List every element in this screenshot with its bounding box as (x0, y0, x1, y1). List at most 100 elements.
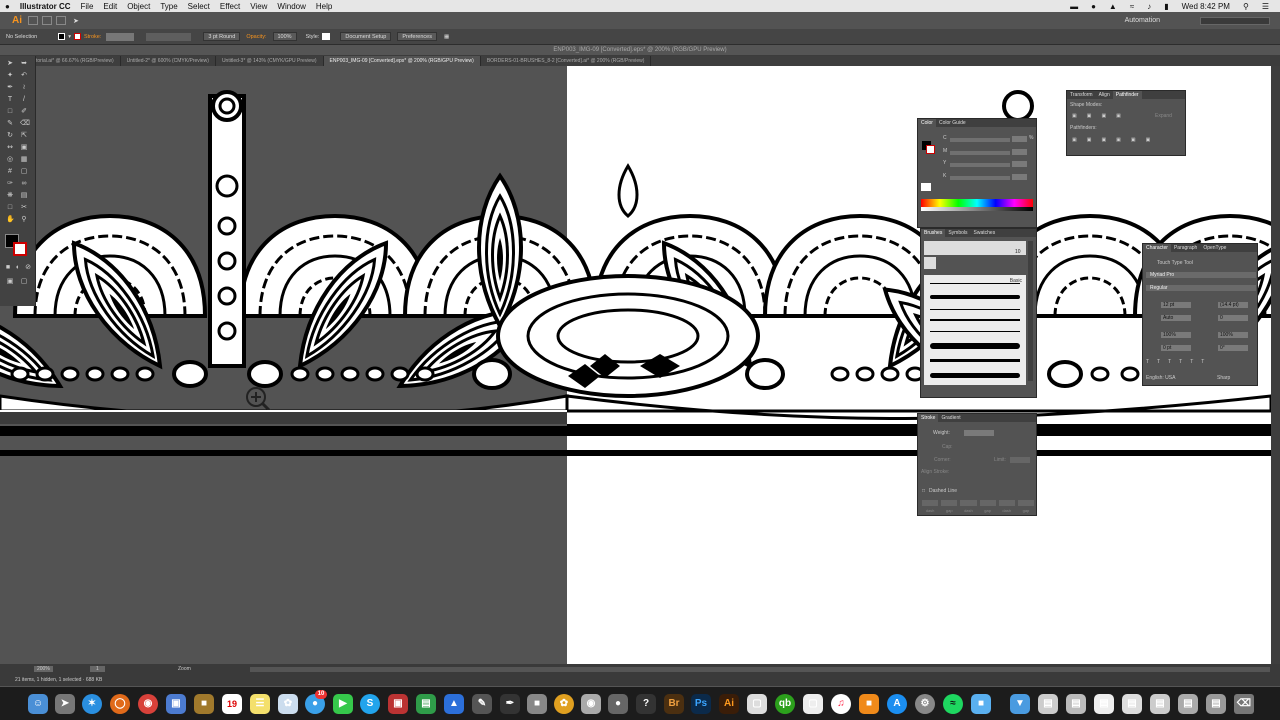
tab-document[interactable]: Untitled-3* @ 143% (CMYK/GPU Preview) (216, 56, 324, 66)
horizontal-scrollbar[interactable] (250, 667, 1270, 672)
color-spectrum[interactable] (921, 199, 1033, 207)
stroke-swatch[interactable] (73, 33, 81, 40)
none-mode-icon[interactable]: ⊘ (24, 264, 32, 272)
magenta-slider[interactable] (950, 151, 1010, 155)
stack-icon-3[interactable]: ▤ (1094, 694, 1114, 714)
black-slider[interactable] (950, 176, 1010, 180)
style-swatch[interactable] (322, 33, 331, 40)
menu-select[interactable]: Select (183, 2, 215, 11)
gradient-tool-icon[interactable]: ▢ (20, 168, 28, 176)
mesh-tool-icon[interactable]: # (6, 168, 14, 176)
brushes-scrollbar[interactable] (1028, 241, 1033, 381)
quickbooks-icon[interactable]: qb (775, 694, 795, 714)
vertical-scrollbar[interactable] (1271, 66, 1280, 664)
skype-icon[interactable]: S (360, 694, 380, 714)
menu-window[interactable]: Window (272, 2, 310, 11)
tab-document[interactable]: torial.ai* @ 66.67% (RGB/Preview) (30, 56, 121, 66)
stroke-weight-field[interactable] (106, 32, 135, 41)
arrange-icon[interactable]: ▦ (444, 34, 449, 40)
menu-type[interactable]: Type (155, 2, 182, 11)
notes-icon[interactable]: ☰ (250, 694, 270, 714)
draw-mode-icon[interactable]: ▣ (6, 278, 14, 286)
status-icon[interactable]: ▬ (1065, 2, 1083, 11)
tab-color-guide[interactable]: Color Guide (936, 119, 969, 127)
gradient-mode-icon[interactable]: ◐ (14, 264, 22, 272)
color-mode-icon[interactable]: ■ (4, 264, 12, 272)
stack-icon-7[interactable]: ▤ (1206, 694, 1226, 714)
shape-builder-tool-icon[interactable]: ◎ (6, 156, 14, 164)
preferences-button[interactable]: Preferences (397, 32, 437, 41)
tab-document[interactable]: BORDERS-01-BRUSHES_8-2 [Converted].ai* @… (481, 56, 652, 66)
width-tool-icon[interactable]: ↭ (6, 144, 14, 152)
artboard-tool-icon[interactable]: □ (6, 204, 14, 212)
arrange-icon[interactable] (56, 16, 66, 25)
grayscale-ramp[interactable] (921, 207, 1033, 211)
brush-definition[interactable]: 3 pt Round (203, 32, 241, 41)
opacity-label[interactable]: Opacity: (246, 34, 266, 40)
kerning-field[interactable]: Auto (1161, 315, 1191, 321)
folder-icon-2[interactable]: ■ (971, 694, 991, 714)
horizontal-scale-field[interactable]: 100% (1218, 332, 1248, 338)
scale-tool-icon[interactable]: ⇱ (20, 132, 28, 140)
rotate-tool-icon[interactable]: ↻ (6, 132, 14, 140)
graph-tool-icon[interactable]: ▤ (20, 192, 28, 200)
zoom-tool-icon[interactable]: ⚲ (20, 216, 28, 224)
selection-tool-icon[interactable]: ➤ (6, 60, 14, 68)
zoom-level-select[interactable]: 200% (34, 666, 53, 672)
limit-field[interactable] (1010, 457, 1030, 463)
books-icon[interactable]: ■ (859, 694, 879, 714)
status-icon[interactable]: ▲ (1104, 2, 1122, 11)
font-family-select[interactable]: Myriad Pro (1146, 272, 1256, 278)
symbol-sprayer-tool-icon[interactable]: ❋ (6, 192, 14, 200)
wifi-icon[interactable]: ≈ (1125, 2, 1139, 11)
language-select[interactable]: English: USA (1146, 375, 1175, 381)
color-stroke-swatch[interactable] (926, 145, 935, 154)
variable-width-field[interactable] (146, 32, 192, 41)
itunes-icon[interactable]: ♫ (831, 694, 851, 714)
tab-brushes[interactable]: Brushes (921, 229, 946, 237)
character-rotation-field[interactable]: 0° (1218, 345, 1248, 351)
brush-presets[interactable] (924, 241, 1026, 255)
keynote-icon[interactable]: ▲ (444, 694, 464, 714)
help-icon[interactable]: ? (636, 694, 656, 714)
tab-gradient[interactable]: Gradient (938, 414, 963, 422)
photos-icon[interactable]: ✿ (278, 694, 298, 714)
hand-tool-icon[interactable]: ✋ (6, 216, 15, 224)
spotify-icon[interactable]: ≈ (943, 694, 963, 714)
app-name[interactable]: Illustrator CC (15, 2, 76, 11)
menu-help[interactable]: Help (311, 2, 337, 11)
paintbrush-tool-icon[interactable]: ✐ (20, 108, 28, 116)
touch-type-tool-button[interactable]: Touch Type Tool (1157, 260, 1193, 266)
trash-icon[interactable]: ⌫ (1234, 694, 1254, 714)
perspective-tool-icon[interactable]: ▦ (20, 156, 28, 164)
appstore-icon[interactable]: A (887, 694, 907, 714)
apple-menu[interactable]: ● (0, 2, 15, 11)
tab-align[interactable]: Align (1096, 91, 1113, 99)
menu-file[interactable]: File (76, 2, 99, 11)
bridge-icon[interactable] (28, 16, 38, 25)
curvature-tool-icon[interactable]: ≀ (20, 84, 28, 92)
tab-document[interactable]: Untitled-2* @ 600% (CMYK/Preview) (121, 56, 216, 66)
volume-icon[interactable]: ♪ (1142, 2, 1156, 11)
cyan-slider[interactable] (950, 138, 1010, 142)
illustrator-icon[interactable]: Ai (719, 694, 739, 714)
dashed-line-checkbox[interactable]: □ (922, 488, 925, 494)
screen-mode-icon[interactable]: ▢ (20, 278, 28, 286)
font-style-select[interactable]: Regular (1146, 285, 1256, 291)
doc-icon-2[interactable]: ▢ (803, 694, 823, 714)
font-size-field[interactable]: 12 pt (1161, 302, 1191, 308)
tab-transform[interactable]: Transform (1067, 91, 1096, 99)
downloads-icon[interactable]: ▼ (1010, 694, 1030, 714)
finder-icon[interactable]: ☺ (28, 694, 48, 714)
magic-wand-tool-icon[interactable]: ✦ (6, 72, 14, 80)
tracking-field[interactable]: 0 (1218, 315, 1248, 321)
clock[interactable]: Wed 8:42 PM (1177, 2, 1235, 11)
eyedropper-tool-icon[interactable]: ✑ (6, 180, 14, 188)
tab-character[interactable]: Character (1143, 244, 1171, 252)
menu-edit[interactable]: Edit (98, 2, 122, 11)
dropdown-icon[interactable]: ▾ (68, 34, 71, 40)
tab-opentype[interactable]: OpenType (1200, 244, 1229, 252)
menu-view[interactable]: View (245, 2, 272, 11)
current-tool[interactable]: Zoom (178, 666, 191, 672)
workspace-switcher[interactable]: Automation (1125, 17, 1160, 24)
